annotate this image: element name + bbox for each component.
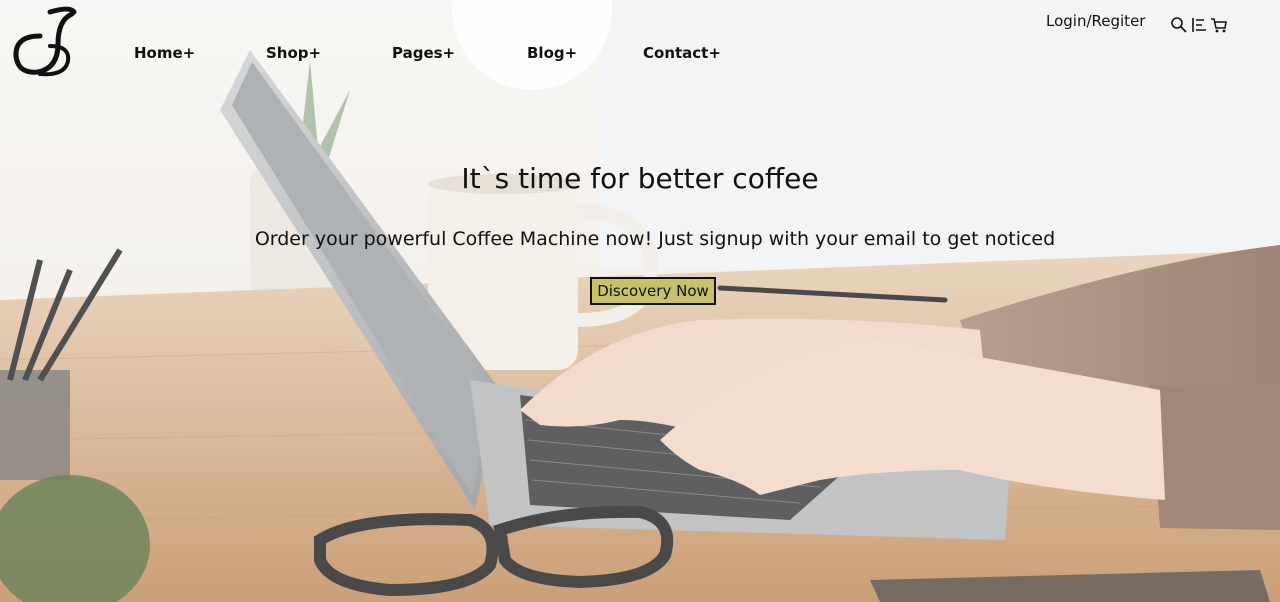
header-actions: Login/Regiter <box>1040 10 1240 40</box>
cart-icon[interactable] <box>1210 16 1228 34</box>
discovery-now-button[interactable]: Discovery Now <box>590 277 716 305</box>
hero-subtitle: Order your powerful Coffee Machine now! … <box>254 228 1056 250</box>
login-register-link[interactable]: Login/Regiter <box>1046 12 1145 30</box>
nav-shop[interactable]: Shop+ <box>266 44 321 62</box>
nav-pages[interactable]: Pages+ <box>392 44 455 62</box>
filter-icon[interactable] <box>1190 16 1208 34</box>
nav-contact[interactable]: Contact+ <box>643 44 721 62</box>
main-nav: Home+ Shop+ Pages+ Blog+ Contact+ <box>0 44 760 68</box>
header-icons <box>1170 16 1228 34</box>
search-icon[interactable] <box>1170 16 1188 34</box>
nav-blog[interactable]: Blog+ <box>527 44 577 62</box>
hero-title: It`s time for better coffee <box>461 162 819 195</box>
nav-home[interactable]: Home+ <box>134 44 195 62</box>
